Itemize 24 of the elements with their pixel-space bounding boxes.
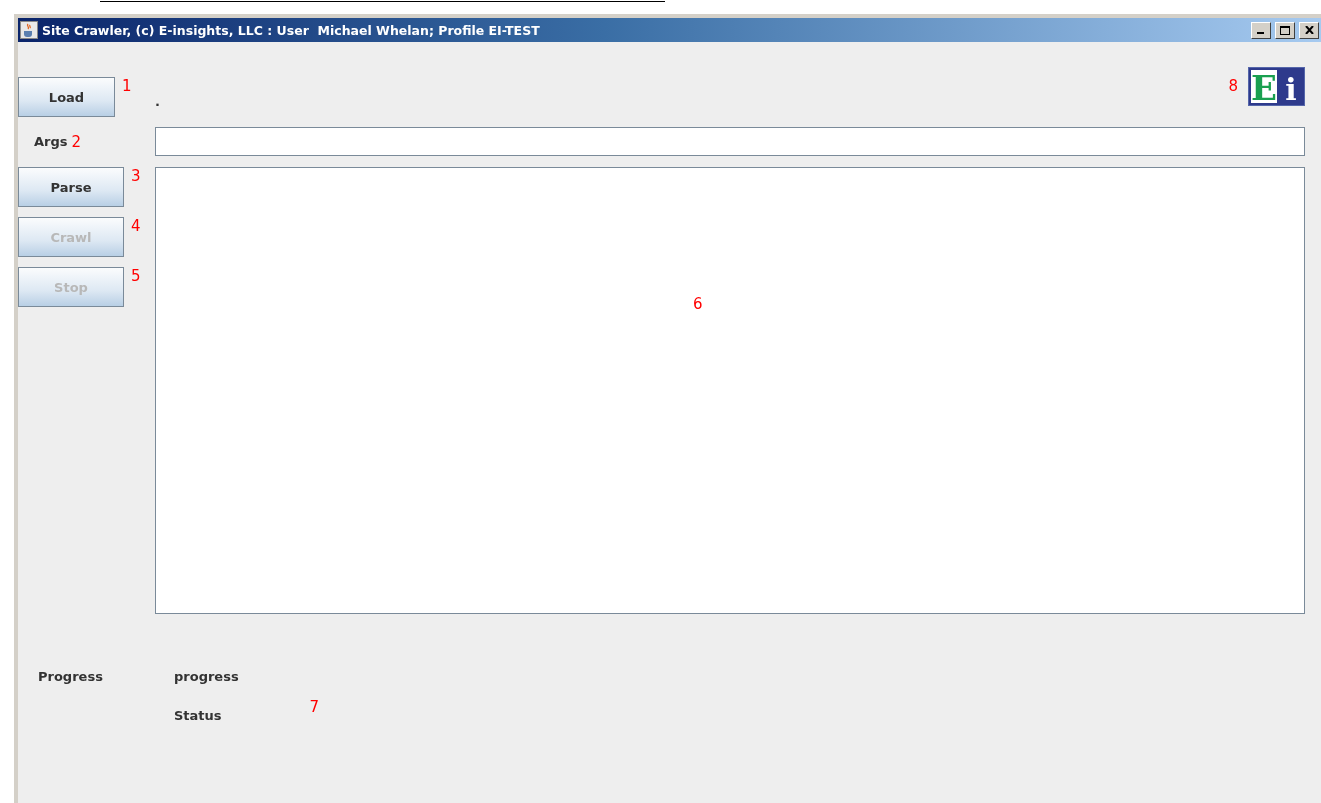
- annotation-number: 5: [131, 267, 141, 285]
- maximize-icon: [1280, 25, 1290, 35]
- annotation-number: 8: [1228, 77, 1238, 95]
- annotation-number: 1: [122, 77, 132, 95]
- args-label: Args: [34, 134, 68, 149]
- annotation-number: 7: [309, 698, 320, 716]
- annotation-number: 4: [131, 217, 141, 235]
- close-icon: [1304, 26, 1314, 34]
- output-area[interactable]: 6: [155, 167, 1305, 614]
- path-label: .: [155, 92, 161, 109]
- close-button[interactable]: [1299, 21, 1319, 39]
- minimize-button[interactable]: [1251, 21, 1271, 39]
- args-field[interactable]: [155, 127, 1305, 156]
- load-button[interactable]: Load: [18, 77, 115, 117]
- progress-label: Progress: [38, 669, 104, 684]
- maximize-button[interactable]: [1275, 21, 1295, 39]
- annotation-number: 2: [71, 132, 82, 151]
- status-text: Status: [174, 707, 222, 723]
- annotation-number: 6: [693, 295, 703, 313]
- java-cup-icon: [20, 21, 38, 39]
- progress-value: progress: [174, 669, 240, 684]
- action-button[interactable]: Parse: [18, 167, 124, 207]
- annotation-number: 3: [131, 167, 141, 185]
- window-title: Site Crawler, (c) E-insights, LLC : User Michael Whelan; Profile EI-TEST: [42, 22, 541, 38]
